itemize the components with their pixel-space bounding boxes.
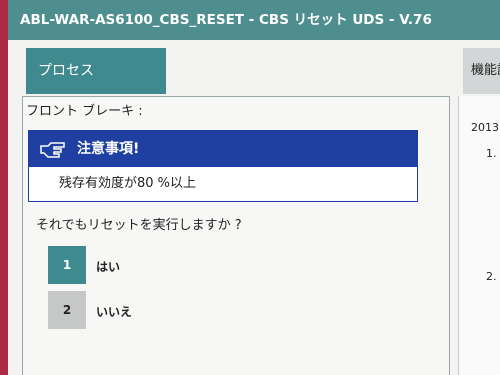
right-panel-item-2: 2.: [486, 270, 497, 283]
confirm-prompt: それでもリセットを実行しますか ?: [36, 218, 242, 233]
tab-process[interactable]: プロセス: [26, 48, 166, 94]
notice-message: 残存有効度が80 %以上: [59, 176, 197, 191]
hand-pointing-icon: [40, 142, 65, 158]
diagnostic-screen: ABL-WAR-AS6100_CBS_RESET - CBS リセット UDS …: [8, 0, 500, 375]
function-panel: [458, 96, 500, 375]
right-panel-item-1: 1.: [486, 147, 497, 160]
notice-title: 注意事項!: [77, 141, 140, 157]
yes-button[interactable]: 1: [48, 246, 86, 284]
notice-box: 注意事項! 残存有効度が80 %以上: [28, 130, 418, 202]
yes-label[interactable]: はい: [96, 258, 120, 275]
window-title: ABL-WAR-AS6100_CBS_RESET - CBS リセット UDS …: [8, 0, 500, 40]
right-panel-year: 2013: [471, 121, 499, 134]
no-button[interactable]: 2: [48, 291, 86, 329]
section-label: フロント ブレーキ :: [26, 104, 143, 119]
notice-header: 注意事項!: [29, 131, 417, 167]
tab-function[interactable]: 機能詳: [463, 48, 500, 94]
no-label[interactable]: いいえ: [96, 303, 132, 320]
